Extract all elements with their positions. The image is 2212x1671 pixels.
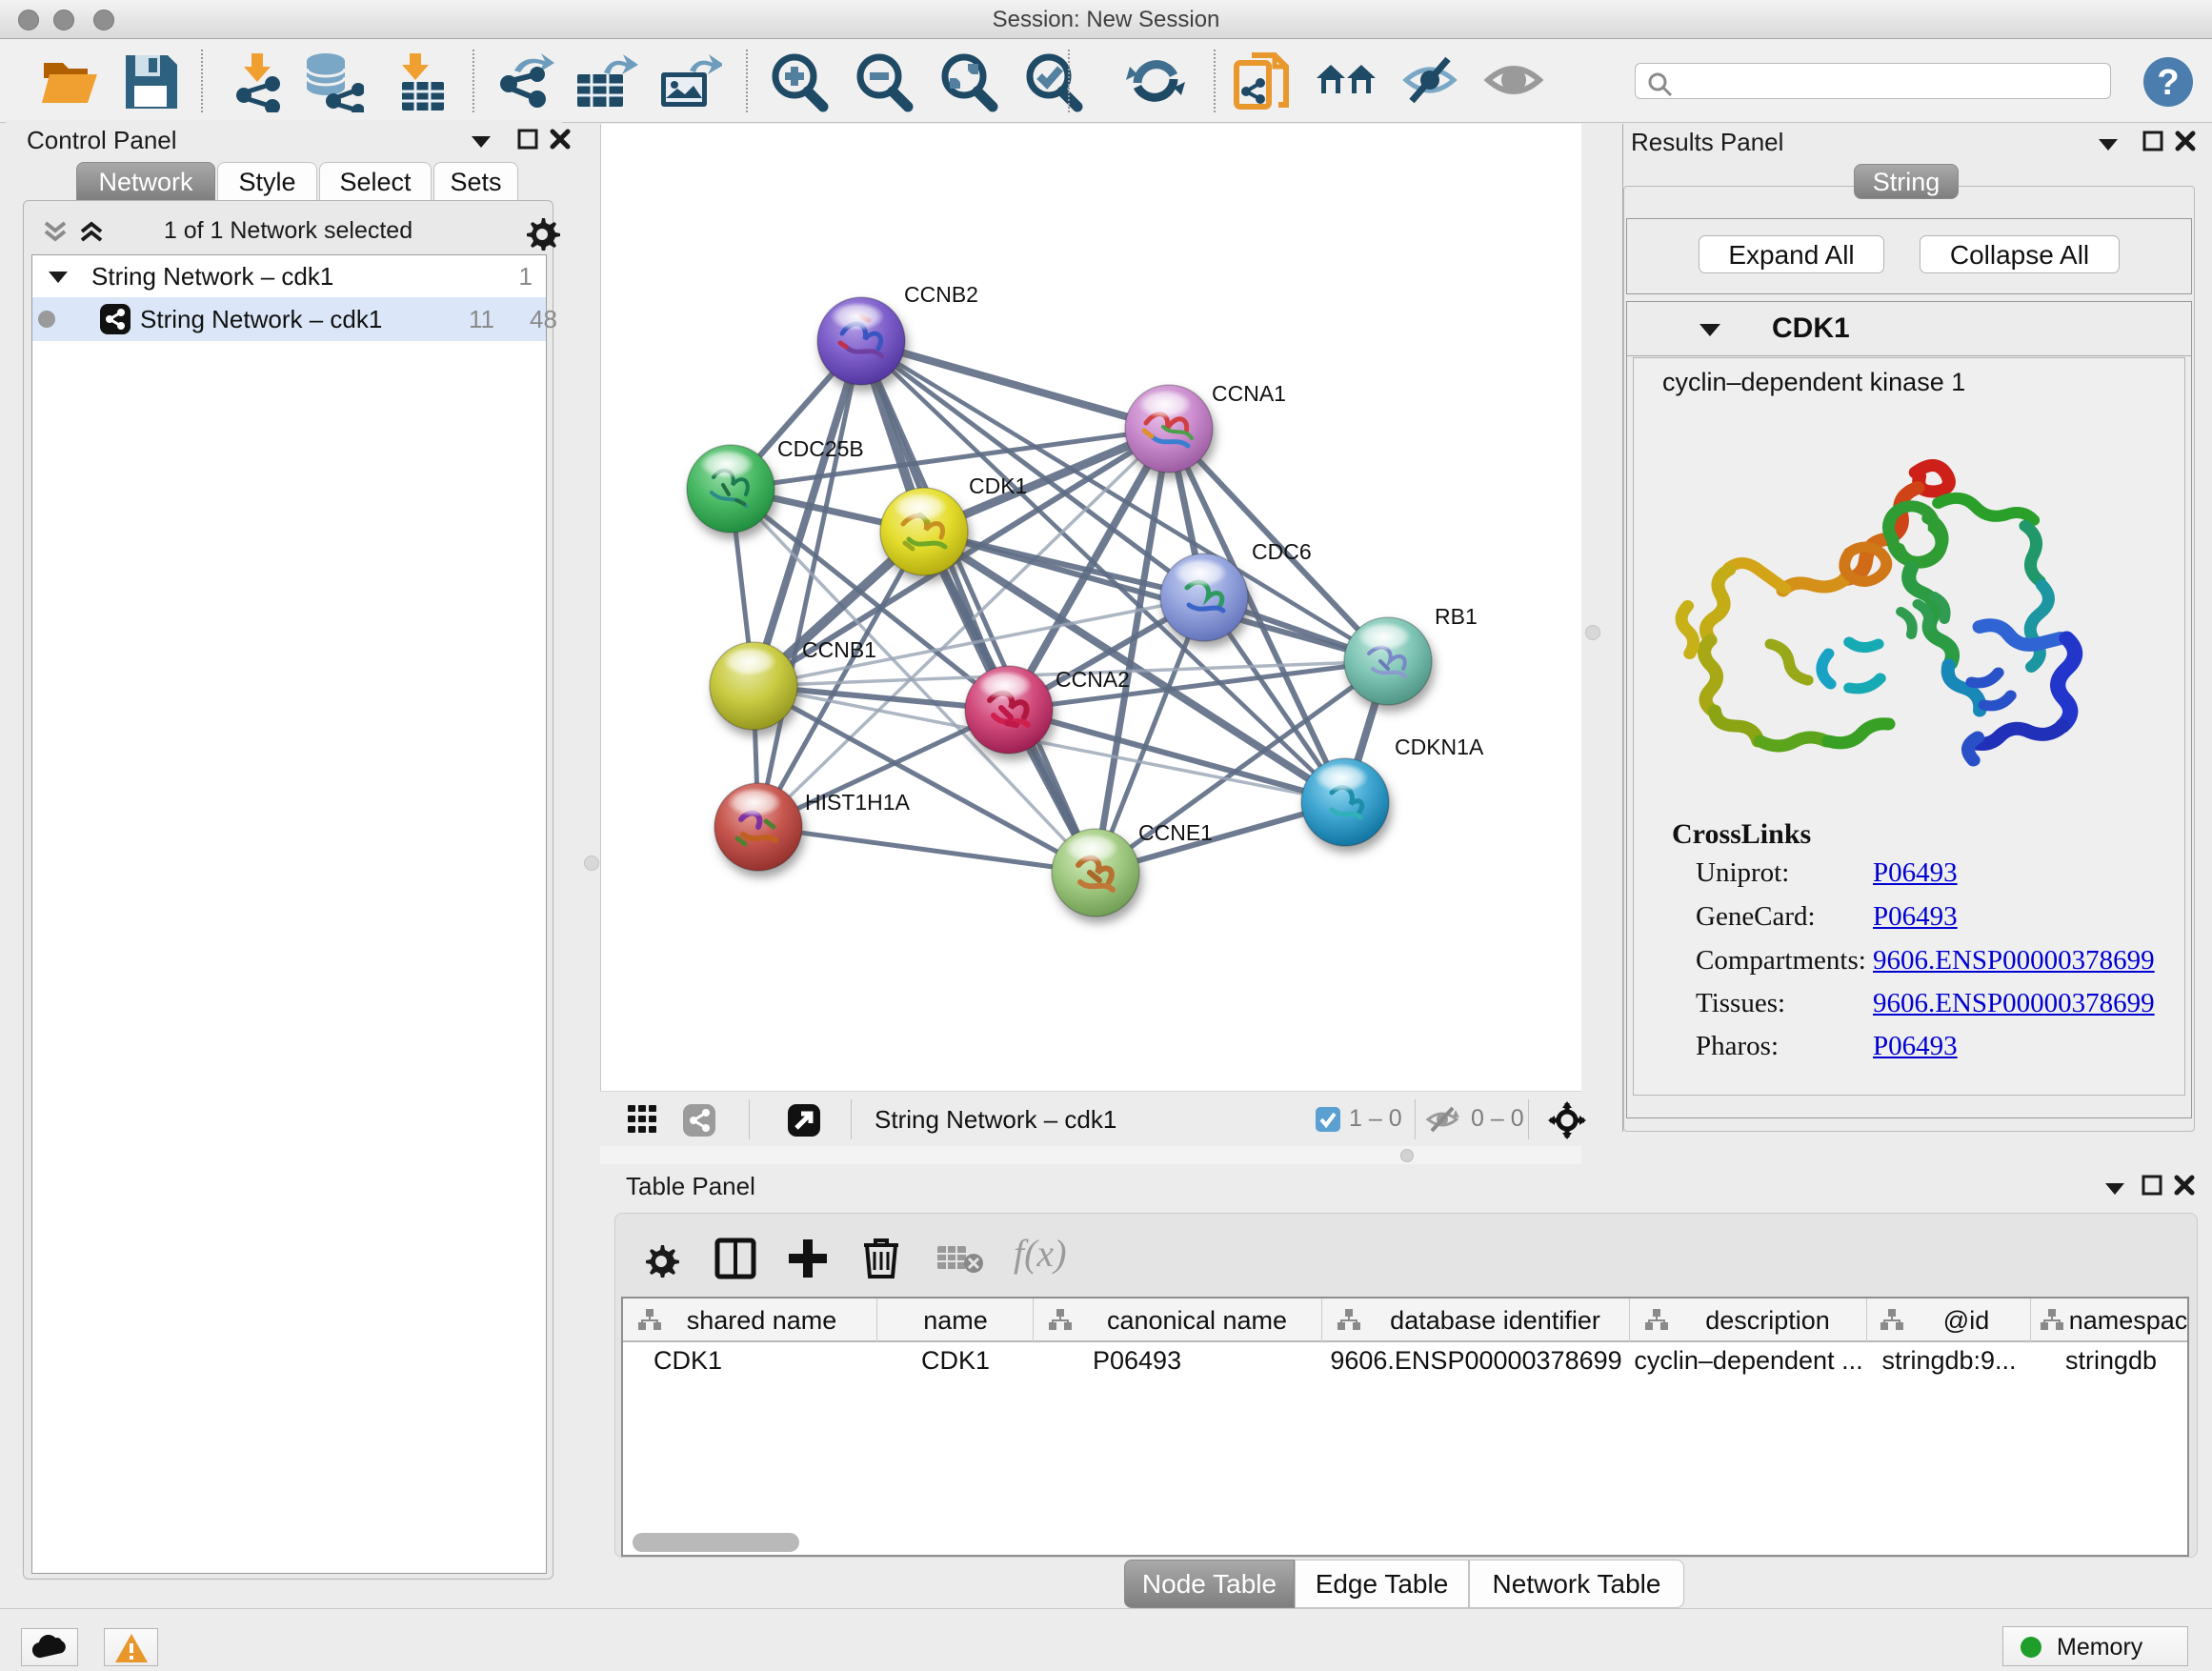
svg-text:CCNB2: CCNB2	[904, 282, 978, 307]
svg-text:CCNA1: CCNA1	[1212, 381, 1286, 406]
svg-text:CDC25B: CDC25B	[777, 436, 864, 461]
svg-text:CDK1: CDK1	[969, 473, 1027, 498]
svg-text:CCNA2: CCNA2	[1056, 667, 1130, 692]
svg-text:CDC6: CDC6	[1252, 539, 1312, 564]
svg-text:CCNE1: CCNE1	[1138, 820, 1213, 845]
svg-text:HIST1H1A: HIST1H1A	[805, 790, 911, 815]
svg-text:CCNB1: CCNB1	[802, 637, 876, 662]
svg-text:RB1: RB1	[1435, 604, 1478, 629]
svg-text:?: ?	[2157, 63, 2179, 103]
svg-text:CDKN1A: CDKN1A	[1395, 735, 1484, 759]
